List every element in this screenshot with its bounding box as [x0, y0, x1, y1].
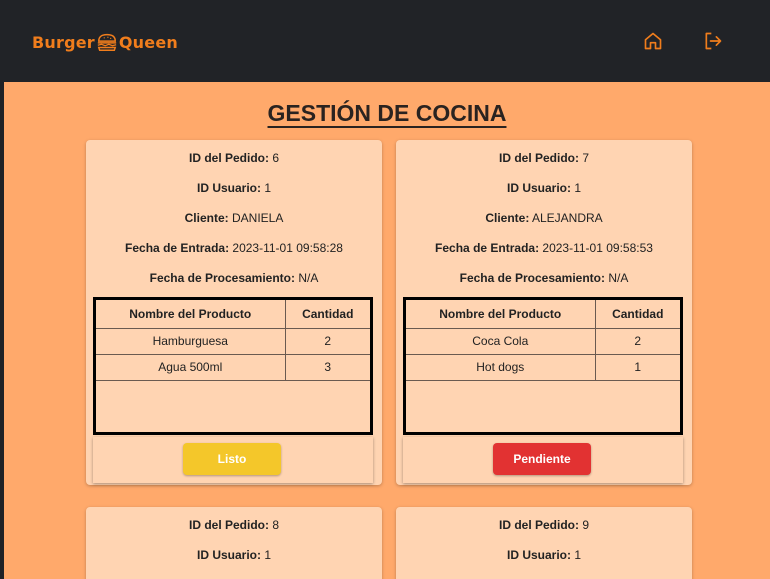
order-id-line: ID del Pedido: 8 — [188, 518, 280, 532]
brand-logo[interactable]: Burger Queen — [32, 30, 178, 54]
order-id-line: ID del Pedido: 7 — [498, 151, 590, 165]
table-row: Hot dogs 1 — [406, 354, 680, 381]
column-header-product: Nombre del Producto — [96, 300, 286, 329]
logout-icon[interactable] — [703, 31, 723, 51]
home-icon[interactable] — [643, 31, 663, 51]
product-quantity: 2 — [285, 328, 370, 355]
client-line: Cliente: ALEJANDRA — [485, 211, 603, 225]
burger-icon — [97, 33, 117, 51]
column-header-quantity: Cantidad — [285, 300, 370, 329]
user-id-line: ID Usuario: 1 — [506, 181, 582, 195]
order-card: ID del Pedido: 8 ID Usuario: 1 — [86, 507, 382, 579]
client-line: Cliente: DANIELA — [184, 211, 284, 225]
order-card: ID del Pedido: 9 ID Usuario: 1 — [396, 507, 692, 579]
user-id-line: ID Usuario: 1 — [196, 548, 272, 562]
column-header-quantity: Cantidad — [595, 300, 680, 329]
product-quantity: 3 — [285, 354, 370, 381]
table-row: Coca Cola 2 — [406, 328, 680, 355]
order-card: ID del Pedido: 6 ID Usuario: 1 Cliente: … — [86, 140, 382, 485]
products-table: Nombre del Producto Cantidad Hamburguesa… — [93, 297, 373, 435]
products-table: Nombre del Producto Cantidad Coca Cola 2… — [403, 297, 683, 435]
kitchen-panel: GESTIÓN DE COCINA ID del Pedido: 6 ID Us… — [4, 82, 770, 579]
entry-date-line: Fecha de Entrada: 2023-11-01 09:58:28 — [125, 241, 343, 255]
table-row: Hamburguesa 2 — [96, 328, 370, 355]
status-pending-button[interactable]: Pendiente — [493, 443, 591, 475]
brand-name-part2: Queen — [118, 32, 178, 52]
processing-date-line: Fecha de Procesamiento: N/A — [459, 271, 629, 285]
card-actions: Listo — [93, 437, 373, 483]
entry-date-line: Fecha de Entrada: 2023-11-01 09:58:53 — [435, 241, 653, 255]
page-title: GESTIÓN DE COCINA — [267, 100, 507, 126]
navbar: Burger Queen — [0, 0, 770, 82]
order-card: ID del Pedido: 7 ID Usuario: 1 Cliente: … — [396, 140, 692, 485]
product-name: Hamburguesa — [96, 328, 286, 355]
processing-date-line: Fecha de Procesamiento: N/A — [149, 271, 319, 285]
card-actions: Pendiente — [403, 437, 683, 483]
product-name: Hot dogs — [406, 354, 596, 381]
product-quantity: 1 — [595, 354, 680, 381]
product-name: Coca Cola — [406, 328, 596, 355]
table-header-row: Nombre del Producto Cantidad — [96, 300, 370, 329]
product-name: Agua 500ml — [96, 354, 286, 381]
order-id-line: ID del Pedido: 9 — [498, 518, 590, 532]
product-quantity: 2 — [595, 328, 680, 355]
table-header-row: Nombre del Producto Cantidad — [406, 300, 680, 329]
column-header-product: Nombre del Producto — [406, 300, 596, 329]
user-id-line: ID Usuario: 1 — [506, 548, 582, 562]
brand-name-part1: Burger — [32, 32, 95, 52]
table-row: Agua 500ml 3 — [96, 354, 370, 381]
user-id-line: ID Usuario: 1 — [196, 181, 272, 195]
order-id-line: ID del Pedido: 6 — [188, 151, 280, 165]
status-ready-button[interactable]: Listo — [183, 443, 281, 475]
